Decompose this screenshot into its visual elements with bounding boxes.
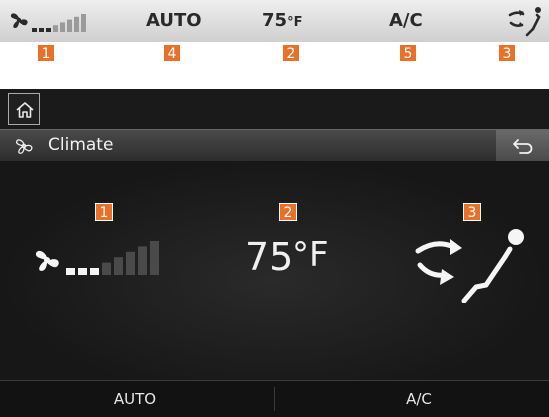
fan-level-bar bbox=[39, 28, 44, 32]
temperature-value: 75 bbox=[245, 235, 294, 279]
page-title: Climate bbox=[48, 135, 114, 155]
fan-level-bar bbox=[126, 251, 135, 275]
home-button[interactable] bbox=[8, 93, 40, 125]
fan-level-bar bbox=[114, 257, 123, 275]
fan-level-bar bbox=[74, 16, 79, 32]
fan-level-bar bbox=[66, 268, 75, 275]
fan-level-bars-screen bbox=[66, 241, 159, 275]
fan-level-bar bbox=[138, 246, 147, 275]
title-bar: Climate bbox=[0, 129, 549, 162]
fan-level-bar bbox=[81, 14, 86, 32]
climate-content: 1 2 3 75 °F bbox=[0, 161, 549, 379]
home-icon bbox=[16, 102, 34, 118]
fan-icon bbox=[10, 13, 28, 28]
fan-level-bar bbox=[32, 28, 37, 32]
fan-level-bar bbox=[46, 28, 51, 32]
fan-level-bar bbox=[90, 268, 99, 275]
climate-screen: Climate 1 2 3 75 °F AUTO A/C bbox=[0, 89, 549, 417]
legend-temperature: 75°F bbox=[262, 10, 303, 31]
legend-bar: AUTO 75°F A/C 1 4 2 5 3 bbox=[0, 0, 549, 62]
legend-callout-5: 5 bbox=[399, 44, 417, 62]
temperature-unit: °F bbox=[292, 235, 329, 275]
fan-level-bar bbox=[102, 262, 111, 275]
fan-level-bar bbox=[67, 19, 72, 32]
temperature-display[interactable]: 75 °F bbox=[240, 233, 340, 281]
legend-callout-3: 3 bbox=[498, 44, 516, 62]
fan-level-bar bbox=[60, 22, 65, 32]
legend-temp-unit: °F bbox=[287, 15, 303, 30]
fan-level-bar bbox=[78, 268, 87, 275]
bottom-divider bbox=[274, 387, 275, 411]
airflow-mode-icon[interactable] bbox=[410, 227, 526, 303]
fan-speed-control[interactable] bbox=[28, 231, 168, 279]
fan-icon bbox=[35, 250, 59, 271]
bottom-bar: AUTO A/C bbox=[0, 380, 549, 417]
legend-auto: AUTO bbox=[146, 10, 202, 31]
ac-button[interactable]: A/C bbox=[324, 381, 514, 417]
fan-level-bar bbox=[150, 241, 159, 275]
back-button[interactable] bbox=[496, 130, 549, 162]
legend-ac: A/C bbox=[389, 10, 423, 31]
fan-icon bbox=[15, 139, 33, 154]
airflow-mode-icon bbox=[508, 7, 541, 37]
auto-button[interactable]: AUTO bbox=[40, 381, 230, 417]
screen-callout-1: 1 bbox=[95, 203, 113, 221]
back-arrow-icon bbox=[513, 139, 533, 154]
screen-callout-2: 2 bbox=[279, 203, 297, 221]
legend-callout-4: 4 bbox=[163, 44, 181, 62]
legend-callout-1: 1 bbox=[37, 44, 55, 62]
legend-callout-2: 2 bbox=[282, 44, 300, 62]
screen-callout-3: 3 bbox=[463, 203, 481, 221]
fan-level-bars bbox=[32, 14, 86, 32]
fan-level-bar bbox=[53, 25, 58, 32]
